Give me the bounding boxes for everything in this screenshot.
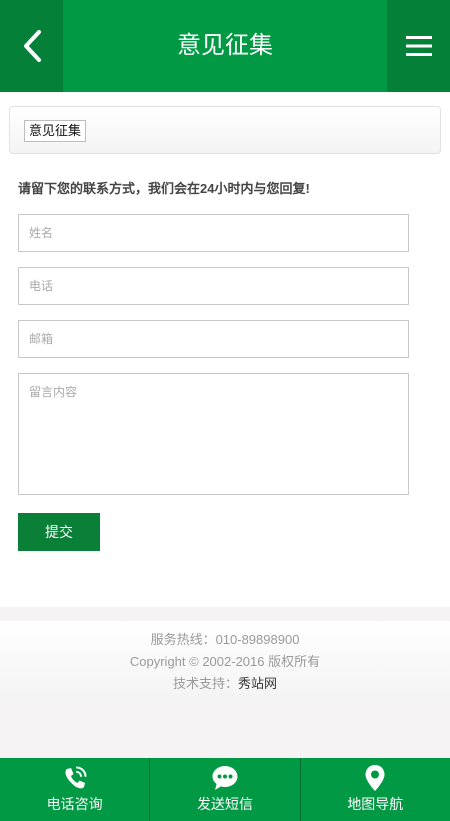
email-input[interactable]: [18, 320, 409, 358]
nav-label: 发送短信: [196, 796, 253, 812]
bottom-nav: 电话咨询 发送短信 地图导航: [0, 758, 450, 821]
chat-bubble-icon: [212, 766, 238, 790]
site-footer: 服务热线：010-89898900 Copyright © 2002-2016 …: [0, 621, 450, 705]
map-pin-icon: [365, 765, 385, 791]
contact-notice: 请留下您的联系方式，我们会在24小时内与您回复!: [18, 181, 310, 196]
phone-icon: [65, 766, 87, 789]
submit-button[interactable]: 提交: [18, 513, 100, 551]
support-prefix: 技术支持：: [172, 676, 238, 691]
support-link[interactable]: 秀站网: [238, 676, 277, 691]
support-line: 技术支持：秀站网: [0, 673, 450, 695]
top-header: 意见征集: [0, 0, 450, 92]
back-button[interactable]: [0, 0, 63, 92]
main-content: 意见征集 请留下您的联系方式，我们会在24小时内与您回复! 提交: [0, 92, 450, 607]
hamburger-menu-icon: [405, 36, 432, 56]
nav-send-sms[interactable]: 发送短信: [149, 758, 299, 821]
breadcrumb: 意见征集: [9, 106, 441, 154]
phone-input[interactable]: [18, 267, 409, 305]
message-textarea[interactable]: [18, 373, 409, 495]
nav-label: 地图导航: [347, 796, 404, 812]
copyright-text: Copyright © 2002-2016 版权所有: [129, 654, 321, 669]
menu-button[interactable]: [387, 0, 450, 92]
chevron-left-icon: [23, 30, 41, 62]
nav-phone-consult[interactable]: 电话咨询: [0, 758, 149, 821]
name-input[interactable]: [18, 214, 409, 252]
nav-map-navigation[interactable]: 地图导航: [299, 758, 450, 821]
hotline-text: 服务热线：010-89898900: [150, 632, 300, 647]
breadcrumb-current[interactable]: 意见征集: [24, 120, 87, 142]
nav-label: 电话咨询: [46, 796, 103, 812]
page-title: 意见征集: [177, 32, 273, 59]
